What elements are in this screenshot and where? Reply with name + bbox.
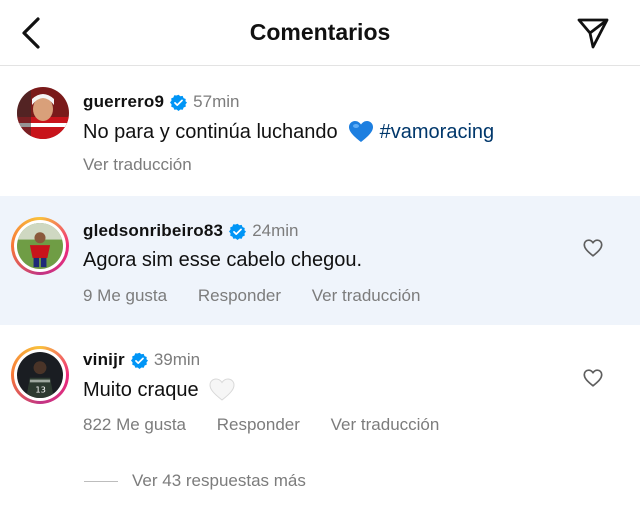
comment-body: Muito craque bbox=[83, 378, 199, 401]
comment-actions: 9 Me gusta Responder Ver traducción bbox=[83, 286, 446, 306]
verified-badge-icon bbox=[229, 223, 247, 240]
white-heart-icon bbox=[209, 378, 235, 402]
comment-item: guerrero9 57min No para y continúa lucha… bbox=[0, 67, 640, 196]
likes-count[interactable]: 9 Me gusta bbox=[83, 286, 167, 305]
verified-badge-icon bbox=[170, 94, 188, 111]
header: Comentarios bbox=[0, 0, 640, 66]
comment-body: No para y continúa luchando bbox=[83, 120, 338, 143]
comment-text: Muito craque bbox=[83, 378, 235, 402]
comment-time: 39min bbox=[153, 350, 201, 369]
like-button[interactable] bbox=[582, 237, 604, 259]
view-more-replies-label: Ver 43 respuestas más bbox=[132, 471, 306, 490]
translate-link[interactable]: Ver traducción bbox=[312, 286, 421, 305]
comment-actions: 822 Me gusta Responder Ver traducción bbox=[83, 415, 465, 435]
comment-text: No para y continúa luchando #vamoracing bbox=[83, 120, 494, 144]
comment-username[interactable]: gledsonribeiro83 bbox=[83, 221, 223, 241]
heart-outline-icon bbox=[583, 369, 603, 387]
share-button[interactable] bbox=[574, 14, 612, 52]
avatar[interactable] bbox=[11, 217, 69, 275]
avatar[interactable] bbox=[17, 87, 69, 139]
avatar[interactable]: 13 bbox=[11, 346, 69, 404]
svg-text:13: 13 bbox=[35, 384, 46, 394]
heart-outline-icon bbox=[583, 239, 603, 257]
comment-body: Agora sim esse cabelo chegou. bbox=[83, 249, 363, 271]
likes-count[interactable]: 822 Me gusta bbox=[83, 415, 186, 434]
view-more-replies-button[interactable]: Ver 43 respuestas más bbox=[84, 471, 306, 491]
translate-link[interactable]: Ver traducción bbox=[83, 155, 192, 174]
comment-username[interactable]: vinijr bbox=[83, 350, 125, 370]
comment-text: Agora sim esse cabelo chegou. bbox=[83, 249, 362, 272]
replies-divider bbox=[84, 480, 118, 482]
comment-time: 57min bbox=[193, 92, 240, 111]
hashtag-link[interactable]: #vamoracing bbox=[380, 121, 495, 144]
comment-item: 13 vinijr 39min Muito craque 822 Me gust… bbox=[0, 325, 640, 455]
page-title: Comentarios bbox=[249, 19, 391, 45]
paper-plane-icon bbox=[577, 18, 609, 49]
comment-item: gledsonribeiro83 24min Agora sim esse ca… bbox=[0, 196, 640, 325]
translate-link[interactable]: Ver traducción bbox=[331, 415, 440, 434]
reply-button[interactable]: Responder bbox=[217, 415, 300, 434]
reply-button[interactable]: Responder bbox=[198, 286, 281, 305]
blue-heart-icon bbox=[348, 120, 374, 144]
comment-actions: Ver traducción bbox=[83, 155, 218, 175]
verified-badge-icon bbox=[130, 352, 148, 369]
like-button[interactable] bbox=[582, 367, 604, 389]
comment-time: 24min bbox=[252, 221, 299, 240]
comment-username[interactable]: guerrero9 bbox=[83, 92, 164, 112]
